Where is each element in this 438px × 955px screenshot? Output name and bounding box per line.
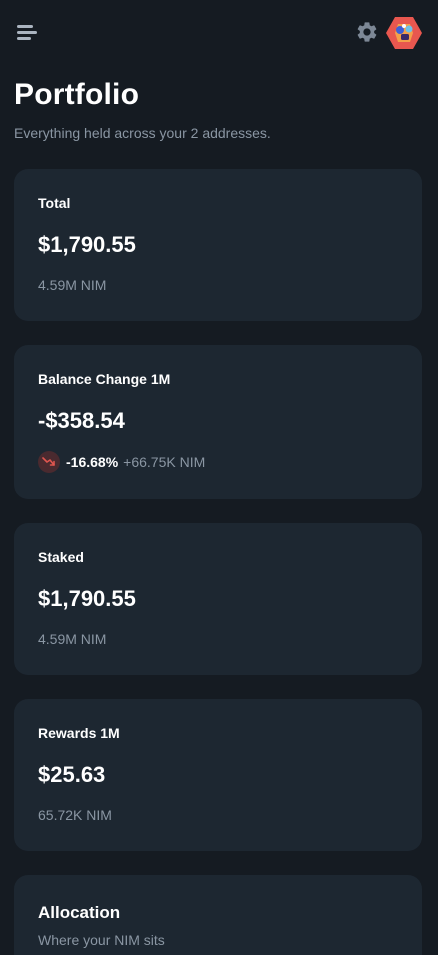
staked-nim: 4.59M NIM — [38, 631, 107, 647]
staked-card: Staked $1,790.55 4.59M NIM — [14, 523, 422, 675]
change-percent: -16.68% — [66, 454, 119, 470]
staked-value: $1,790.55 — [38, 586, 136, 611]
change-row: -16.68% +66.75K NIM — [38, 451, 205, 473]
allocation-subtitle: Where your NIM sits — [38, 932, 165, 948]
total-card: Total $1,790.55 4.59M NIM — [14, 169, 422, 321]
avatar[interactable] — [386, 15, 422, 51]
total-value: $1,790.55 — [38, 232, 136, 257]
card-label: Total — [38, 195, 71, 211]
top-bar — [0, 0, 438, 64]
rewards-nim: 65.72K NIM — [38, 807, 112, 823]
identicon-avatar — [386, 17, 422, 49]
trend-down-icon — [38, 451, 60, 473]
settings-button[interactable] — [355, 20, 379, 44]
rewards-value: $25.63 — [38, 762, 106, 787]
card-label: Balance Change 1M — [38, 371, 171, 387]
total-nim: 4.59M NIM — [38, 277, 107, 293]
balance-change-value: -$358.54 — [38, 408, 125, 433]
page-subtitle: Everything held across your 2 addresses. — [14, 125, 271, 141]
page-title: Portfolio — [14, 78, 140, 111]
allocation-title: Allocation — [38, 903, 121, 922]
menu-button[interactable] — [14, 22, 38, 42]
gear-icon — [357, 22, 377, 42]
card-label: Staked — [38, 549, 84, 565]
balance-change-card: Balance Change 1M -$358.54 -16.68% +66.7… — [14, 345, 422, 499]
allocation-card: Allocation Where your NIM sits — [14, 875, 422, 955]
card-label: Rewards 1M — [38, 725, 120, 741]
change-nim: +66.75K NIM — [123, 454, 206, 470]
rewards-card: Rewards 1M $25.63 65.72K NIM — [14, 699, 422, 851]
